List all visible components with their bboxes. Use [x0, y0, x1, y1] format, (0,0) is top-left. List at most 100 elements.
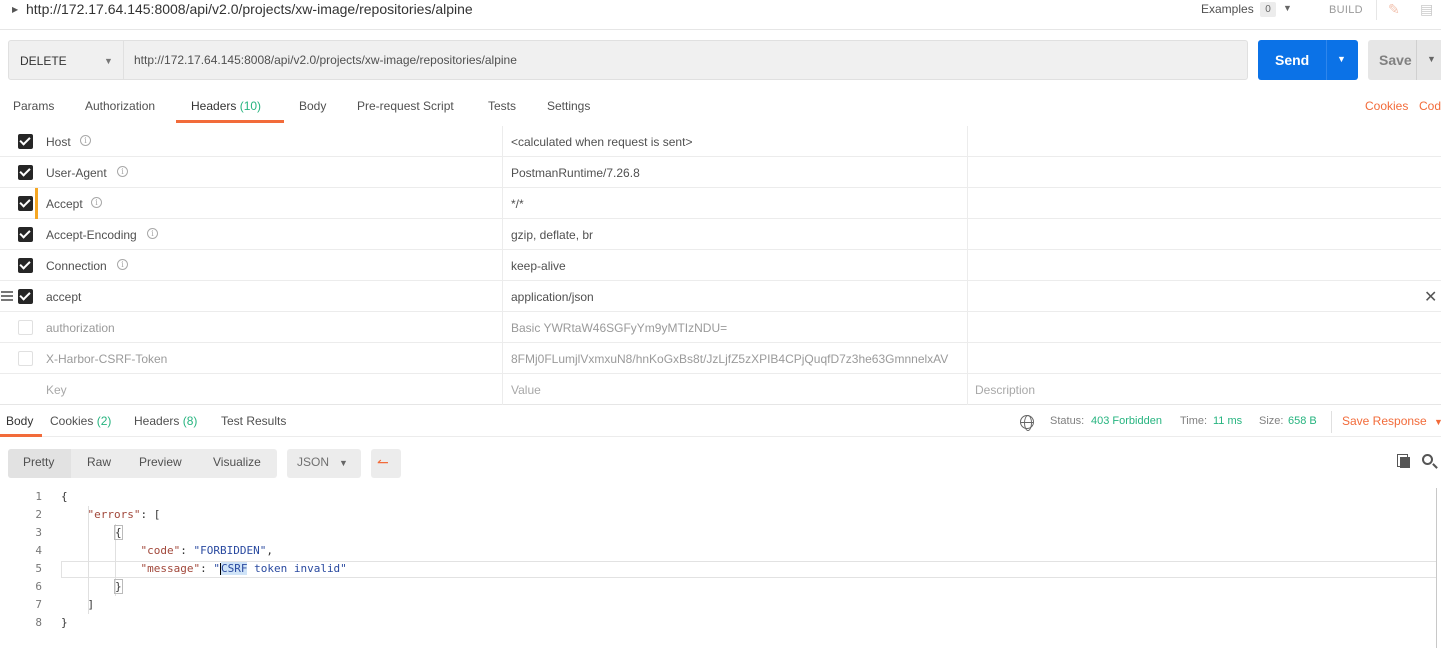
header-key: Host — [46, 135, 71, 149]
method-select[interactable]: DELETE ▼ — [8, 40, 124, 80]
description-placeholder[interactable]: Description — [975, 383, 1035, 397]
info-icon[interactable]: i — [91, 197, 102, 208]
tab-authorization[interactable]: Authorization — [85, 99, 155, 113]
checkbox[interactable] — [18, 289, 33, 304]
header-key-cell[interactable]: Accept i — [0, 188, 503, 219]
header-value-cell[interactable]: Basic YWRtaW46SGFyYm9yMTIzNDU= — [503, 312, 968, 343]
pretty-button[interactable]: Pretty — [23, 455, 54, 469]
send-button[interactable]: Send ▼ — [1258, 40, 1358, 80]
chevron-down-icon[interactable]: ▼ — [1434, 417, 1441, 427]
size-value[interactable]: 658 B — [1288, 415, 1317, 427]
preview-button[interactable]: Preview — [139, 455, 182, 469]
table-row: Accept-Encoding i gzip, deflate, br — [0, 219, 1441, 250]
drag-handle-icon[interactable] — [1, 291, 13, 301]
header-key-cell[interactable]: User-Agent i — [0, 157, 503, 188]
status-value[interactable]: 403 Forbidden — [1091, 415, 1162, 427]
checkbox[interactable] — [18, 320, 33, 335]
header-value-cell[interactable]: */* — [503, 188, 968, 219]
save-response-button[interactable]: Save Response — [1342, 414, 1427, 428]
close-icon[interactable]: ✕ — [1424, 287, 1437, 307]
header-value-cell[interactable]: PostmanRuntime/7.26.8 — [503, 157, 968, 188]
tab-response-cookies[interactable]: Cookies (2) — [50, 414, 111, 428]
visualize-button[interactable]: Visualize — [213, 455, 261, 469]
tab-headers-count: (8) — [182, 414, 198, 428]
header-key-cell[interactable]: accept — [0, 281, 503, 312]
tab-body[interactable]: Body — [299, 99, 326, 113]
examples-label[interactable]: Examples — [1201, 2, 1254, 16]
new-key-input[interactable]: Key — [0, 374, 503, 405]
tab-headers[interactable]: Headers (10) — [191, 99, 261, 113]
header-key: User-Agent — [46, 166, 107, 180]
checkbox[interactable] — [18, 351, 33, 366]
info-icon[interactable]: i — [80, 135, 91, 146]
save-options-chevron-icon[interactable]: ▼ — [1427, 54, 1436, 64]
info-icon[interactable]: i — [147, 228, 158, 239]
tab-cookies-label: Cookies — [50, 414, 94, 428]
save-button[interactable]: Save ▼ — [1368, 40, 1441, 80]
documentation-icon[interactable]: ▤ — [1420, 1, 1433, 18]
header-key: Accept-Encoding — [46, 228, 137, 242]
header-value: gzip, deflate, br — [511, 228, 594, 242]
header-value-cell[interactable]: 8FMj0FLumjlVxmxuN8/hnKoGxBs8t/JzLjfZ5zXP… — [503, 343, 968, 374]
format-select[interactable]: JSON ▼ — [287, 449, 361, 478]
raw-button[interactable]: Raw — [87, 455, 111, 469]
url-input[interactable]: http://172.17.64.145:8008/api/v2.0/proje… — [123, 40, 1248, 80]
header-key: X-Harbor-CSRF-Token — [46, 352, 168, 366]
search-icon[interactable] — [1422, 454, 1433, 465]
tab-response-body[interactable]: Body — [6, 414, 33, 428]
header-key-cell[interactable]: authorization — [0, 312, 503, 343]
pencil-icon[interactable]: ✎ — [1388, 1, 1400, 18]
copy-icon[interactable] — [1397, 454, 1410, 468]
header-key-cell[interactable]: X-Harbor-CSRF-Token — [0, 343, 503, 374]
divider — [1416, 40, 1417, 80]
checkbox[interactable] — [18, 165, 33, 180]
url-value: http://172.17.64.145:8008/api/v2.0/proje… — [134, 53, 517, 67]
new-value-input[interactable]: Value — [503, 374, 968, 405]
header-value-cell[interactable]: application/json — [503, 281, 968, 312]
tab-settings[interactable]: Settings — [547, 99, 590, 113]
code-line: "message": "CSRF token invalid" — [140, 562, 347, 575]
wrap-lines-button[interactable]: ↼ — [371, 449, 401, 478]
header-value-cell[interactable]: keep-alive — [503, 250, 968, 281]
scrollbar[interactable] — [1436, 488, 1437, 648]
header-value-cell[interactable]: <calculated when request is sent> — [503, 126, 968, 157]
header-key: accept — [46, 290, 82, 304]
header-key-cell[interactable]: Host i — [0, 126, 503, 157]
active-tab-indicator — [0, 434, 42, 437]
line-number: 8 — [35, 616, 42, 629]
line-number: 7 — [35, 598, 42, 611]
time-label: Time: — [1180, 415, 1208, 427]
checkbox[interactable] — [18, 258, 33, 273]
tab-headers-count: (10) — [239, 99, 262, 113]
code-link[interactable]: Cod — [1419, 99, 1441, 113]
code-line: ] — [61, 598, 95, 611]
table-row-new: Key Value Description — [0, 374, 1441, 405]
table-row: Connection i keep-alive — [0, 250, 1441, 281]
checkbox[interactable] — [18, 134, 33, 149]
header-value-cell[interactable]: gzip, deflate, br — [503, 219, 968, 250]
tab-tests[interactable]: Tests — [488, 99, 516, 113]
checkbox[interactable] — [18, 196, 33, 211]
header-key-cell[interactable]: Accept-Encoding i — [0, 219, 503, 250]
chevron-down-icon: ▼ — [104, 56, 113, 66]
code-line: { — [61, 490, 68, 503]
tab-params[interactable]: Params — [13, 99, 54, 113]
header-key: Accept — [46, 197, 83, 211]
tab-test-results[interactable]: Test Results — [221, 414, 286, 428]
header-value: keep-alive — [511, 259, 566, 273]
info-icon[interactable]: i — [117, 166, 128, 177]
cookies-link[interactable]: Cookies — [1365, 99, 1408, 113]
globe-icon[interactable] — [1020, 415, 1034, 431]
time-value[interactable]: 11 ms — [1213, 415, 1242, 427]
examples-dropdown-icon[interactable]: ▼ — [1283, 3, 1292, 13]
header-key-cell[interactable]: Connection i — [0, 250, 503, 281]
build-button[interactable]: BUILD — [1329, 4, 1363, 16]
tab-response-headers[interactable]: Headers (8) — [134, 414, 197, 428]
request-title[interactable]: http://172.17.64.145:8008/api/v2.0/proje… — [26, 1, 473, 17]
tab-prerequest-script[interactable]: Pre-request Script — [357, 99, 454, 113]
checkbox[interactable] — [18, 227, 33, 242]
info-icon[interactable]: i — [117, 259, 128, 270]
examples-count-badge: 0 — [1260, 2, 1276, 17]
send-options-chevron-icon[interactable]: ▼ — [1337, 54, 1346, 64]
expand-caret-icon[interactable]: ▶ — [12, 5, 18, 14]
